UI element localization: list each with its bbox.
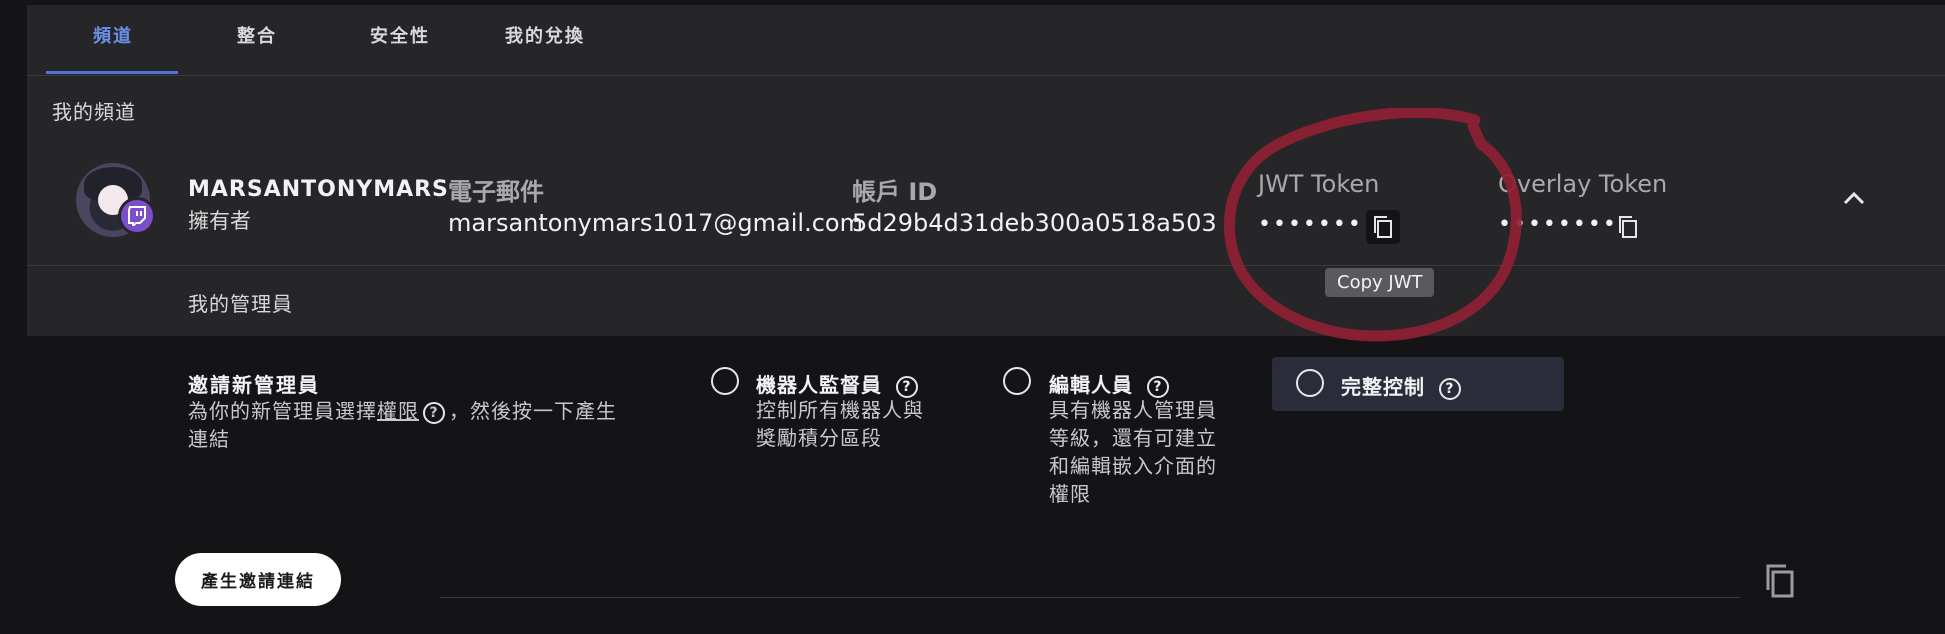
editor-title: 編輯人員 ? (1049, 369, 1169, 398)
invite-link-field[interactable] (440, 597, 1740, 598)
email-label: 電子郵件 (448, 178, 544, 206)
copy-invite-link-button[interactable] (1760, 561, 1800, 601)
full-control-radio[interactable] (1296, 369, 1324, 397)
copy-overlay-token-button[interactable] (1611, 210, 1645, 244)
help-icon[interactable]: ? (895, 375, 918, 398)
invite-description: 為你的新管理員選擇權限? ，然後按一下產生 連結 (188, 399, 617, 451)
tab-bar (27, 5, 1945, 76)
editor-radio[interactable] (1003, 367, 1031, 395)
overlay-token-masked: •••••••• (1498, 212, 1618, 237)
overlay-token-label: Overlay Token (1498, 170, 1668, 198)
help-icon[interactable]: ? (423, 401, 445, 424)
tab-security[interactable]: 安全性 (370, 22, 430, 48)
tab-channel[interactable]: 頻道 (93, 22, 133, 48)
channel-name: MARSANTONYMARS (188, 177, 449, 202)
bot-supervisor-radio[interactable] (711, 367, 739, 395)
help-icon[interactable]: ? (1438, 377, 1461, 400)
tab-integrations[interactable]: 整合 (237, 22, 277, 48)
help-icon[interactable]: ? (1146, 375, 1169, 398)
account-id-value: 5d29b4d31deb300a0518a503 (852, 209, 1217, 237)
bot-supervisor-title: 機器人監督員 ? (756, 369, 918, 398)
my-managers-title: 我的管理員 (188, 292, 293, 316)
full-control-title: 完整控制 ? (1341, 371, 1461, 400)
bot-supervisor-desc: 控制所有機器人與 獎勵積分區段 (756, 398, 924, 450)
jwt-masked: •••••••• (1258, 212, 1378, 237)
invite-title: 邀請新管理員 (188, 373, 320, 397)
section-title: 我的頻道 (52, 100, 136, 124)
account-id-label: 帳戶 ID (852, 178, 938, 206)
tab-my-redemptions[interactable]: 我的兌換 (505, 22, 585, 48)
copy-icon (1619, 216, 1637, 238)
email-value: marsantonymars1017@gmail.com (448, 209, 863, 237)
copy-jwt-tooltip: Copy JWT (1325, 268, 1435, 297)
permissions-link[interactable]: 權限 (377, 399, 419, 423)
active-tab-indicator (46, 71, 178, 74)
copy-icon (1766, 564, 1794, 598)
editor-desc: 具有機器人管理員 等級，還有可建立 和編輯嵌入介面的 權限 (1049, 398, 1217, 506)
collapse-chevron-up-icon[interactable] (1843, 190, 1865, 209)
copy-icon (1374, 216, 1392, 238)
generate-invite-link-button[interactable]: 產生邀請連結 (175, 553, 341, 606)
row-divider (27, 265, 1945, 266)
twitch-icon (118, 197, 156, 235)
jwt-label: JWT Token (1258, 170, 1380, 198)
copy-jwt-button[interactable] (1366, 210, 1400, 244)
channel-role: 擁有者 (188, 209, 251, 233)
